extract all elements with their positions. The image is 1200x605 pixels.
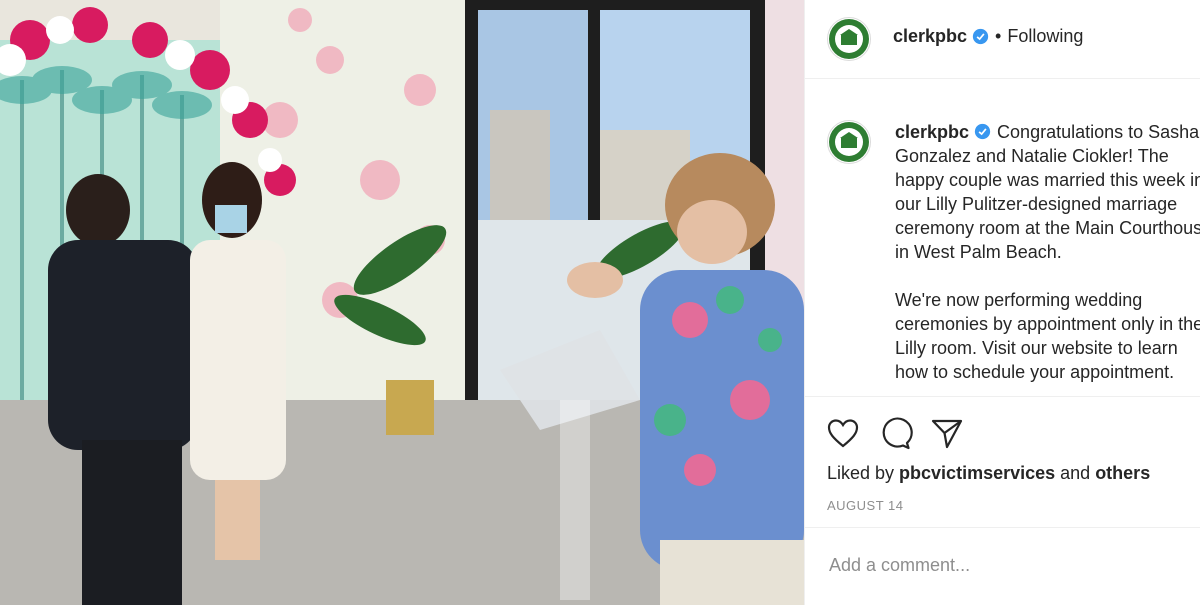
liked-by-and: and	[1055, 463, 1096, 483]
liked-by-label: Liked by	[827, 463, 900, 483]
caption-paragraph-1: Congratulations to Sasha Gonzalez and Na…	[895, 122, 1200, 262]
caption-paragraph-2: We're now performing wedding ceremonies …	[895, 290, 1200, 382]
caption-text: clerkpbc Congratulations to Sasha Gonzale…	[895, 120, 1200, 396]
post-header: clerkpbc • Following	[805, 0, 1200, 79]
wedding-photo-image	[0, 0, 804, 605]
comment-icon[interactable]	[877, 415, 913, 451]
post-date[interactable]: AUGUST 14	[827, 498, 904, 513]
avatar[interactable]	[827, 17, 871, 61]
likes-line: Liked by pbcvictimservices and others	[827, 463, 1150, 484]
caption-avatar[interactable]	[827, 120, 871, 164]
header-username[interactable]: clerkpbc	[893, 26, 967, 47]
instagram-post-view: clerkpbc • Following clerkpbc Congratula…	[0, 0, 1200, 605]
liked-by-others[interactable]: others	[1095, 463, 1150, 483]
clerk-seal-icon	[829, 19, 869, 59]
clerk-seal-icon	[829, 122, 869, 162]
following-button[interactable]: Following	[1007, 26, 1083, 47]
verified-badge-icon	[974, 123, 991, 140]
caption-username[interactable]: clerkpbc	[895, 122, 969, 142]
share-icon[interactable]	[929, 415, 965, 451]
liked-by-user[interactable]: pbcvictimservices	[899, 463, 1055, 483]
verified-badge-icon	[972, 28, 989, 45]
comment-input[interactable]	[827, 554, 1171, 577]
post-photo[interactable]	[0, 0, 804, 605]
post-sidebar: clerkpbc • Following clerkpbc Congratula…	[804, 0, 1200, 605]
heart-icon[interactable]	[825, 415, 861, 451]
post-actions: Liked by pbcvictimservices and others AU…	[805, 396, 1200, 527]
post-caption: clerkpbc Congratulations to Sasha Gonzale…	[805, 78, 1200, 396]
comment-bar	[805, 527, 1200, 605]
separator-dot: •	[995, 26, 1002, 46]
